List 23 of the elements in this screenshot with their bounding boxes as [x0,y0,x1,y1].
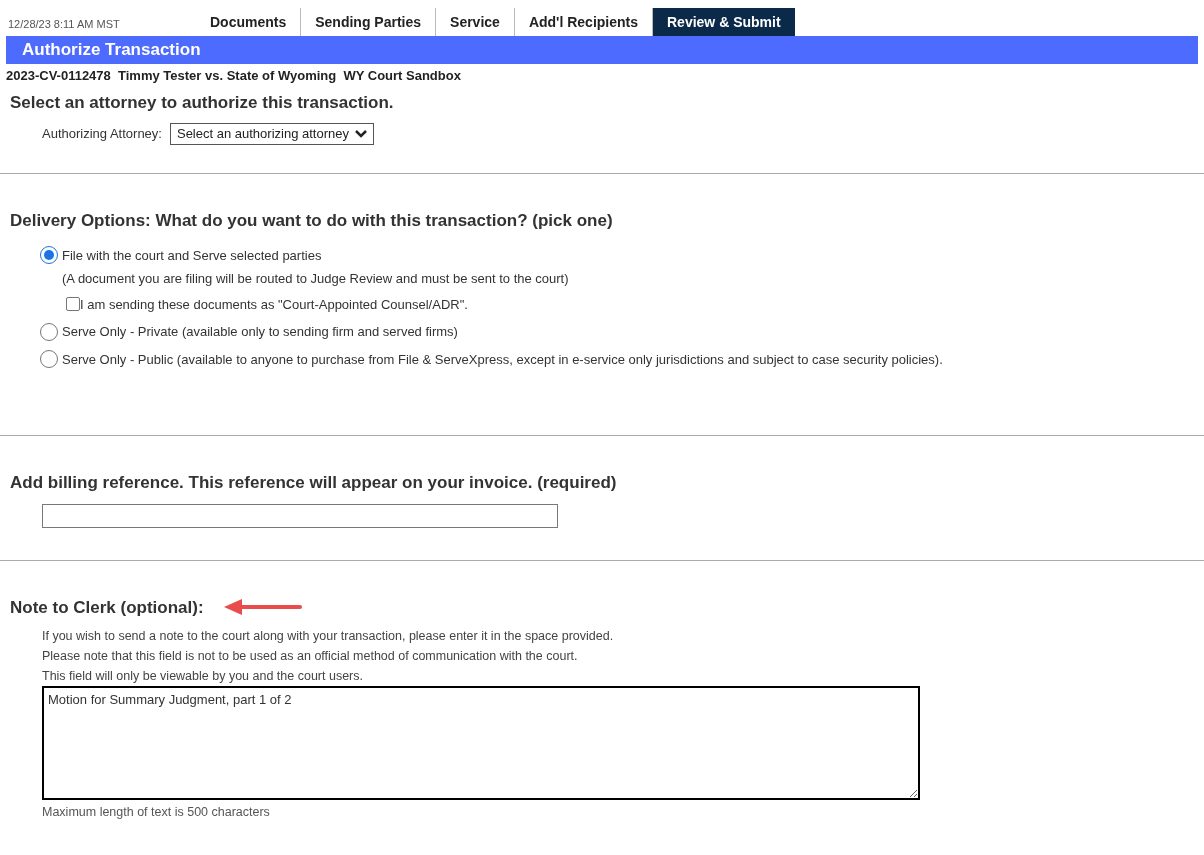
section-heading: Delivery Options: What do you want to do with this transaction? (pick one) [10,210,614,232]
billing-reference-field[interactable] [42,503,558,528]
instruction-text: If you wish to send a note to the court along with your transaction, please enter it in the space provided. [42,628,615,645]
title-bar: Authorize Transaction [6,36,1198,64]
checkbox-label: I am sending these documents as "Court-Appointed Counsel/ADR". [80,295,468,314]
checkbox[interactable] [66,297,80,312]
field-label: Authorizing Attorney: [42,125,162,144]
radio-label: File with the court and Serve selected parties [62,246,322,265]
option-note: (A document you are filing will be routed to Judge Review and must be sent to the court) [61,270,570,288]
instruction-text: This field will only be viewable by you and the court users. [42,668,364,685]
radio-label: Serve Only - Private (available only to sending firm and served firms) [62,323,458,341]
section-heading: Select an attorney to authorize this transaction. [10,91,395,114]
section-heading: Add billing reference. This reference will appear on your invoice. (required) [10,472,618,494]
chevron-down-icon [354,130,367,138]
limit-note: Maximum length of text is 500 characters [42,804,271,821]
tab[interactable]: Review & Submit [653,8,795,36]
attorney-select[interactable]: Select an authorizing attorney [169,123,374,145]
note-textarea[interactable]: Motion for Summary Judgment, part 1 of 2 [42,686,920,800]
section-heading: Note to Clerk (optional): [10,596,204,619]
radio-label: Serve Only - Public (available to anyone to purchase from File & ServeXpress, except in e-service only jurisdictions and subject to case security policies). [62,350,943,369]
instruction-text: Please note that this field is not to be used as an official method of communication with the court. [42,648,579,665]
case-info: 2023-CV-0112478 Timmy Tester vs. State of Wyoming WY Court Sandbox [5,67,462,85]
timestamp: 12/28/23 8:11 AM MST [8,16,121,32]
